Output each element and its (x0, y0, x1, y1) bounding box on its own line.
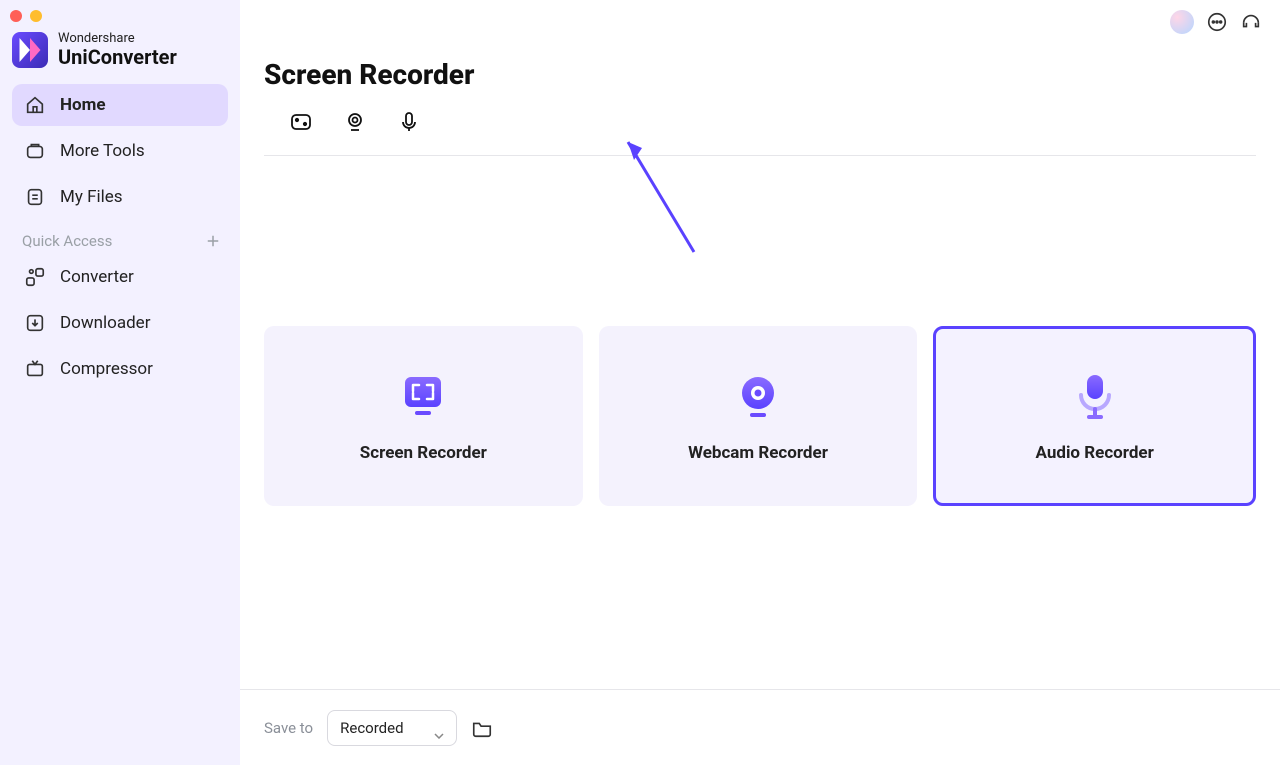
downloader-icon (24, 312, 46, 334)
quick-item-downloader[interactable]: Downloader (12, 302, 228, 344)
webcam-icon (343, 110, 367, 134)
files-icon (24, 186, 46, 208)
webcam-recorder-card-icon (730, 369, 786, 425)
chevron-down-icon (434, 725, 444, 731)
card-audio-recorder[interactable]: Audio Recorder (933, 326, 1256, 506)
quick-item-converter[interactable]: Converter (12, 256, 228, 298)
page-title: Screen Recorder (240, 0, 1280, 109)
quick-access-header: Quick Access (0, 218, 240, 256)
nav-item-home[interactable]: Home (12, 84, 228, 126)
recorder-mode-tabs (264, 109, 1256, 156)
feedback-icon[interactable] (1206, 11, 1228, 33)
sidebar: Wondershare UniConverter Home More Tools… (0, 0, 240, 765)
brand: Wondershare UniConverter (0, 30, 240, 84)
card-label: Audio Recorder (1036, 443, 1154, 463)
minimize-dot-icon[interactable] (30, 10, 42, 22)
nav-label: Downloader (60, 313, 150, 333)
brand-top-text: Wondershare (58, 32, 177, 46)
audio-recorder-card-icon (1067, 369, 1123, 425)
mic-icon (397, 110, 421, 134)
tools-icon (24, 140, 46, 162)
compressor-icon (24, 358, 46, 380)
screen-tab[interactable] (288, 109, 314, 135)
folder-icon (471, 717, 493, 739)
nav-label: More Tools (60, 141, 145, 161)
main-content: Screen Recorder Screen Re (240, 0, 1280, 765)
nav-label: Home (60, 95, 106, 115)
open-folder-button[interactable] (471, 717, 493, 739)
brand-logo-icon (12, 32, 48, 68)
screen-recorder-card-icon (395, 369, 451, 425)
add-quick-access-button[interactable] (204, 232, 222, 250)
card-label: Screen Recorder (360, 443, 487, 463)
quick-item-compressor[interactable]: Compressor (12, 348, 228, 390)
bottom-bar: Save to Recorded (240, 689, 1280, 765)
window-controls (0, 6, 240, 30)
primary-nav: Home More Tools My Files (0, 84, 240, 218)
recorder-cards: Screen Recorder Webcam Recorder (240, 156, 1280, 506)
card-webcam-recorder[interactable]: Webcam Recorder (599, 326, 918, 506)
save-location-dropdown[interactable]: Recorded (327, 710, 457, 746)
brand-bottom-text: UniConverter (58, 46, 177, 68)
nav-label: My Files (60, 187, 123, 207)
nav-item-my-files[interactable]: My Files (12, 176, 228, 218)
home-icon (24, 94, 46, 116)
converter-icon (24, 266, 46, 288)
card-screen-recorder[interactable]: Screen Recorder (264, 326, 583, 506)
close-dot-icon[interactable] (10, 10, 22, 22)
card-label: Webcam Recorder (688, 443, 828, 463)
audio-tab[interactable] (396, 109, 422, 135)
nav-label: Compressor (60, 359, 153, 379)
screen-rect-icon (289, 110, 313, 134)
nav-label: Converter (60, 267, 134, 287)
support-headset-icon[interactable] (1240, 11, 1262, 33)
save-to-label: Save to (264, 719, 313, 737)
webcam-tab[interactable] (342, 109, 368, 135)
quick-access-label: Quick Access (22, 232, 112, 250)
top-right-actions (1170, 10, 1262, 34)
quick-access-nav: Converter Downloader Compressor (0, 256, 240, 390)
avatar[interactable] (1170, 10, 1194, 34)
nav-item-more-tools[interactable]: More Tools (12, 130, 228, 172)
dropdown-value: Recorded (340, 719, 403, 737)
